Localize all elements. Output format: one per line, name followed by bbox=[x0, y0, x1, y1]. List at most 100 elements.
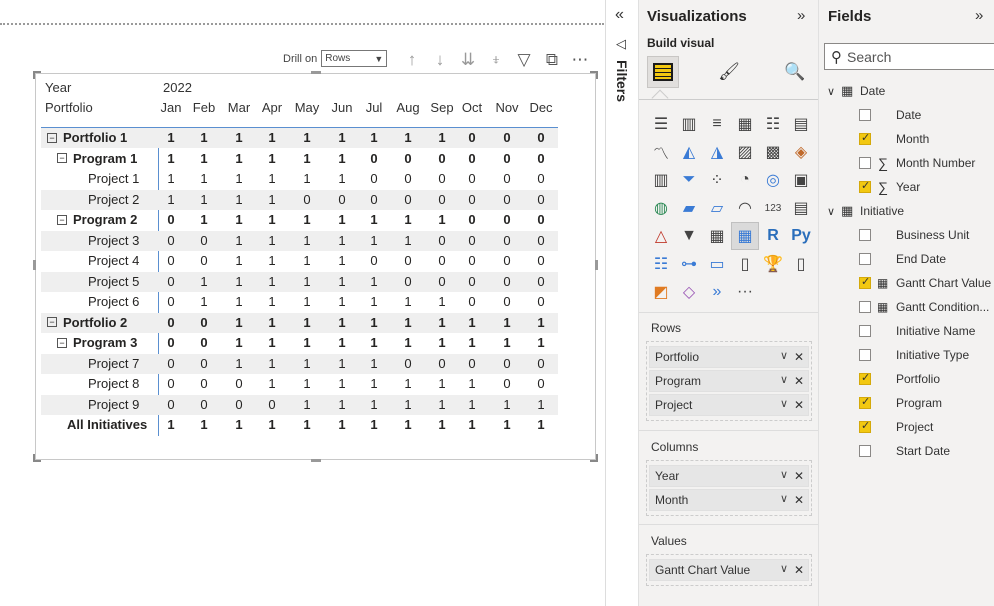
matrix-cell[interactable]: 0 bbox=[187, 374, 221, 394]
matrix-cell[interactable]: 1 bbox=[290, 374, 324, 394]
remove-field-icon[interactable]: ✕ bbox=[794, 469, 804, 483]
metrics-icon[interactable]: 🏆 bbox=[759, 250, 787, 278]
matrix-cell[interactable]: 1 bbox=[154, 149, 188, 169]
matrix-cell[interactable]: 1 bbox=[290, 231, 324, 251]
month-header[interactable]: May bbox=[290, 98, 324, 118]
row-header[interactable]: All Initiatives bbox=[67, 415, 147, 435]
matrix-visual[interactable]: Year 2022 Portfolio Jan Feb Mar Apr May Jun Ju… bbox=[33, 71, 598, 462]
matrix-cell[interactable]: 1 bbox=[290, 128, 324, 148]
expand-next-level-icon[interactable]: ⇊ bbox=[454, 50, 482, 70]
field-checkbox[interactable] bbox=[859, 349, 871, 361]
field-checkbox[interactable] bbox=[859, 419, 871, 433]
matrix-cell[interactable]: 1 bbox=[455, 333, 489, 353]
field-item[interactable]: ∑ Year bbox=[819, 175, 994, 199]
matrix-cell[interactable]: 1 bbox=[255, 251, 289, 271]
filters-title[interactable]: Filters bbox=[614, 60, 630, 102]
matrix-cell[interactable]: 0 bbox=[391, 272, 425, 292]
matrix-cell[interactable]: 0 bbox=[391, 190, 425, 210]
matrix-cell[interactable]: 0 bbox=[490, 354, 524, 374]
field-checkbox[interactable] bbox=[859, 275, 871, 289]
chevron-down-icon[interactable]: ∨ bbox=[780, 468, 788, 481]
matrix-cell[interactable]: 1 bbox=[222, 272, 256, 292]
matrix-cell[interactable]: 1 bbox=[222, 292, 256, 312]
row-header[interactable]: − Portfolio 1 bbox=[47, 128, 127, 148]
matrix-cell[interactable]: 1 bbox=[290, 313, 324, 333]
field-checkbox[interactable] bbox=[859, 253, 871, 265]
matrix-cell[interactable]: 0 bbox=[524, 231, 558, 251]
field-pill[interactable]: Program ∨ ✕ bbox=[649, 370, 809, 392]
line-column-chart-icon[interactable]: ▨ bbox=[731, 138, 759, 166]
matrix-cell[interactable]: 1 bbox=[187, 415, 221, 435]
matrix-cell[interactable]: 0 bbox=[490, 149, 524, 169]
drill-on-select[interactable]: Rows ▼ bbox=[321, 50, 388, 67]
matrix-cell[interactable]: 1 bbox=[391, 128, 425, 148]
donut-chart-icon[interactable]: ◎ bbox=[759, 166, 787, 194]
scatter-chart-icon[interactable]: ⁘ bbox=[703, 166, 731, 194]
month-header[interactable]: Jul bbox=[357, 98, 391, 118]
resize-handle[interactable] bbox=[311, 459, 321, 462]
matrix-cell[interactable]: 0 bbox=[524, 149, 558, 169]
matrix-cell[interactable]: 0 bbox=[490, 210, 524, 230]
expand-chevron-icon[interactable]: » bbox=[975, 7, 983, 24]
row-header[interactable]: Project 9 bbox=[88, 395, 139, 415]
month-header[interactable]: Nov bbox=[490, 98, 524, 118]
field-checkbox[interactable] bbox=[859, 229, 871, 241]
field-checkbox[interactable] bbox=[859, 325, 871, 337]
matrix-cell[interactable]: 0 bbox=[154, 251, 188, 271]
matrix-cell[interactable]: 0 bbox=[154, 374, 188, 394]
r-visual-icon[interactable]: R bbox=[759, 222, 787, 250]
matrix-cell[interactable]: 1 bbox=[425, 395, 459, 415]
matrix-cell[interactable]: 1 bbox=[325, 333, 359, 353]
matrix-cell[interactable]: 0 bbox=[425, 251, 459, 271]
remove-field-icon[interactable]: ✕ bbox=[794, 350, 804, 364]
matrix-cell[interactable]: 1 bbox=[425, 292, 459, 312]
waterfall-chart-icon[interactable]: ▥ bbox=[647, 166, 675, 194]
field-pill[interactable]: Year ∨ ✕ bbox=[649, 465, 809, 487]
matrix-cell[interactable]: 0 bbox=[524, 374, 558, 394]
map-icon[interactable]: ◍ bbox=[647, 194, 675, 222]
matrix-cell[interactable]: 0 bbox=[455, 354, 489, 374]
month-header[interactable]: Sep bbox=[425, 98, 459, 118]
matrix-cell[interactable]: 1 bbox=[154, 190, 188, 210]
remove-field-icon[interactable]: ✕ bbox=[794, 493, 804, 507]
matrix-cell[interactable]: 1 bbox=[222, 231, 256, 251]
matrix-cell[interactable]: 1 bbox=[357, 272, 391, 292]
row-header[interactable]: Project 5 bbox=[88, 272, 139, 292]
matrix-cell[interactable]: 1 bbox=[524, 313, 558, 333]
matrix-cell[interactable]: 1 bbox=[357, 415, 391, 435]
matrix-cell[interactable]: 1 bbox=[187, 190, 221, 210]
matrix-cell[interactable]: 1 bbox=[325, 169, 359, 189]
area-chart-icon[interactable]: ◭ bbox=[675, 138, 703, 166]
matrix-cell[interactable]: 1 bbox=[391, 374, 425, 394]
matrix-cell[interactable]: 1 bbox=[255, 374, 289, 394]
matrix-cell[interactable]: 1 bbox=[290, 251, 324, 271]
matrix-cell[interactable]: 1 bbox=[425, 128, 459, 148]
chevron-down-icon[interactable]: ∨ bbox=[780, 373, 788, 386]
matrix-cell[interactable]: 0 bbox=[222, 374, 256, 394]
matrix-cell[interactable]: 0 bbox=[455, 169, 489, 189]
arcgis-map-icon[interactable]: ◩ bbox=[647, 278, 675, 306]
table-icon[interactable]: ▦ bbox=[703, 222, 731, 250]
field-checkbox[interactable] bbox=[859, 109, 871, 121]
field-item[interactable]: End Date bbox=[819, 247, 994, 271]
field-item[interactable]: Program bbox=[819, 391, 994, 415]
matrix-cell[interactable]: 1 bbox=[325, 128, 359, 148]
matrix-cell[interactable]: 0 bbox=[490, 272, 524, 292]
remove-field-icon[interactable]: ✕ bbox=[794, 563, 804, 577]
matrix-cell[interactable]: 0 bbox=[524, 190, 558, 210]
matrix-cell[interactable]: 0 bbox=[490, 190, 524, 210]
matrix-cell[interactable]: 0 bbox=[391, 169, 425, 189]
row-header[interactable]: − Program 3 bbox=[57, 333, 137, 353]
power-automate-icon[interactable]: » bbox=[703, 278, 731, 306]
matrix-cell[interactable]: 0 bbox=[455, 149, 489, 169]
chevron-down-icon[interactable]: ∨ bbox=[827, 205, 835, 218]
matrix-cell[interactable]: 1 bbox=[255, 149, 289, 169]
collapse-toggle-icon[interactable]: − bbox=[47, 132, 57, 143]
field-pill[interactable]: Month ∨ ✕ bbox=[649, 489, 809, 511]
matrix-cell[interactable]: 1 bbox=[255, 272, 289, 292]
matrix-cell[interactable]: 1 bbox=[325, 415, 359, 435]
field-checkbox[interactable] bbox=[859, 131, 871, 145]
month-header[interactable]: Dec bbox=[524, 98, 558, 118]
matrix-cell[interactable]: 0 bbox=[490, 231, 524, 251]
field-checkbox[interactable] bbox=[859, 395, 871, 409]
